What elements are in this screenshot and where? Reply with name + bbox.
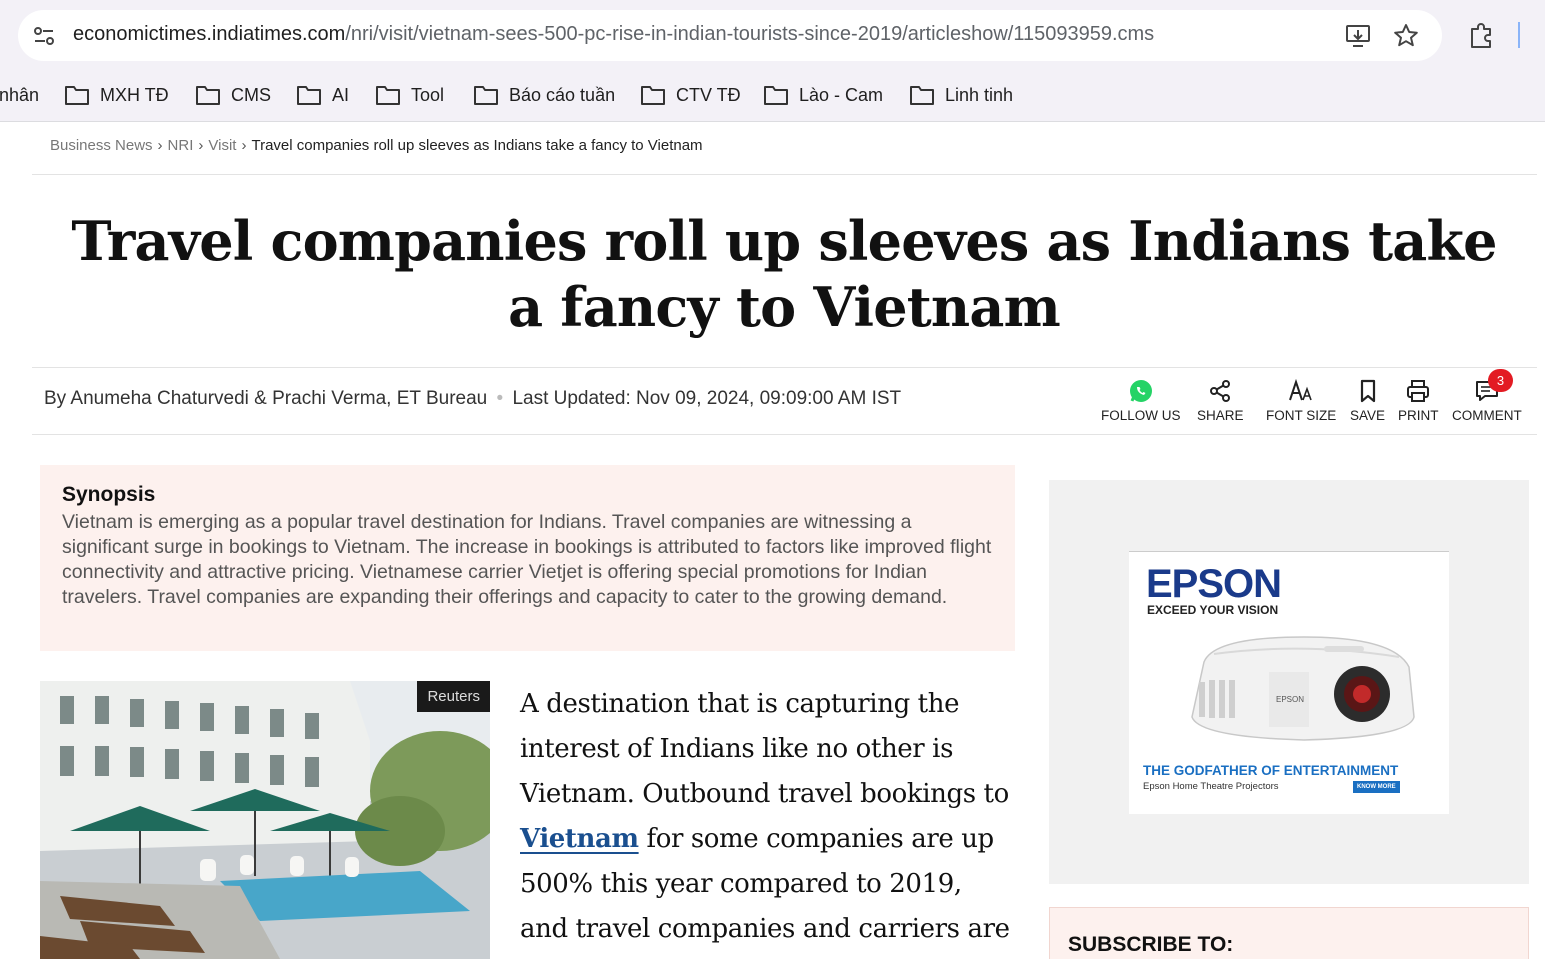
photo-credit: Reuters — [417, 681, 490, 712]
bookmark-label: Linh tinh — [945, 84, 1014, 105]
folder-icon — [641, 86, 665, 105]
last-updated: Last Updated: Nov 09, 2024, 09:09:00 AM … — [512, 388, 902, 409]
follow-us-label: FOLLOW US — [1101, 408, 1181, 423]
vietnam-link[interactable]: Vietnam — [520, 824, 639, 854]
folder-icon — [65, 86, 89, 105]
ad-headline: THE GODFATHER OF ENTERTAINMENT — [1143, 763, 1399, 778]
url-text[interactable]: economictimes.indiatimes.com/nri/visit/v… — [73, 23, 1154, 46]
ad-container: EPSON EXCEED YOUR VISION EPSON THE GODFA… — [1049, 480, 1529, 884]
bookmark-label: Lào - Cam — [799, 84, 884, 105]
body-text-before-link: A destination that is capturing the inte… — [520, 689, 1009, 809]
bookmark-label: CTV TĐ — [676, 84, 741, 105]
bookmark-folder[interactable]: CMS — [195, 80, 271, 110]
url-domain: economictimes.indiatimes.com — [73, 23, 346, 45]
save-button[interactable]: SAVE — [1350, 378, 1385, 423]
subscribe-title: SUBSCRIBE TO: — [1068, 933, 1234, 956]
browser-toolbar: economictimes.indiatimes.com/nri/visit/v… — [0, 0, 1545, 70]
breadcrumb-current: Travel companies roll up sleeves as Indi… — [251, 137, 703, 154]
ad-brand: EPSON — [1146, 562, 1282, 606]
printer-icon — [1407, 380, 1430, 402]
folder-icon — [910, 86, 934, 105]
follow-us-button[interactable]: FOLLOW US — [1101, 378, 1181, 423]
projector-brand-label: EPSON — [1276, 695, 1304, 704]
bookmark-folder[interactable]: CTV TĐ — [640, 80, 741, 110]
print-label: PRINT — [1398, 408, 1439, 423]
bookmark-label: nhân — [0, 84, 40, 105]
breadcrumb-separator: › — [198, 137, 204, 154]
bookmark-item[interactable]: nhân — [0, 80, 39, 110]
folder-icon — [376, 86, 400, 105]
article-byline: By Anumeha Chaturvedi & Prachi Verma, ET… — [44, 388, 901, 410]
folder-icon — [474, 86, 498, 105]
profile-separator — [1518, 22, 1520, 48]
bookmark-label: Báo cáo tuần — [509, 84, 616, 105]
bookmark-folder[interactable]: Linh tinh — [909, 80, 1013, 110]
breadcrumb-link-visit[interactable]: Visit — [208, 137, 236, 154]
comment-count-badge: 3 — [1488, 369, 1513, 392]
bookmark-folder[interactable]: AI — [296, 80, 349, 110]
divider — [32, 434, 1537, 435]
subscribe-box: SUBSCRIBE TO: — [1049, 907, 1529, 959]
comment-label: COMMENT — [1452, 408, 1522, 423]
address-bar[interactable]: economictimes.indiatimes.com/nri/visit/v… — [18, 10, 1442, 61]
ad-tagline: EXCEED YOUR VISION — [1147, 603, 1279, 617]
byline-dot: • — [496, 388, 504, 409]
ad-subtext: Epson Home Theatre Projectors — [1143, 781, 1279, 792]
article-photo[interactable]: Reuters — [40, 681, 490, 959]
bookmark-icon — [1360, 379, 1375, 403]
font-size-icon — [1289, 378, 1312, 401]
url-path: /nri/visit/vietnam-sees-500-pc-rise-in-i… — [345, 23, 1155, 45]
synopsis-text: Vietnam is emerging as a popular travel … — [62, 511, 992, 608]
epson-ad[interactable]: EPSON EXCEED YOUR VISION EPSON THE GODFA… — [1129, 551, 1449, 814]
share-button[interactable]: SHARE — [1197, 378, 1244, 423]
install-app-icon[interactable] — [1344, 22, 1372, 50]
synopsis-box: Synopsis Vietnam is emerging as a popula… — [40, 465, 1015, 651]
site-info-icon[interactable] — [32, 24, 56, 48]
font-size-label: FONT SIZE — [1266, 408, 1337, 423]
article-body: A destination that is capturing the inte… — [520, 682, 1010, 952]
bookmark-label: CMS — [231, 84, 271, 105]
folder-icon — [297, 86, 321, 105]
whatsapp-icon — [1129, 380, 1152, 402]
font-size-button[interactable]: FONT SIZE — [1266, 378, 1336, 423]
breadcrumb-separator: › — [157, 137, 163, 154]
extensions-icon[interactable] — [1467, 20, 1497, 50]
share-icon — [1210, 380, 1231, 402]
bookmark-folder[interactable]: MXH TĐ — [64, 80, 169, 110]
author-names[interactable]: By Anumeha Chaturvedi & Prachi Verma, ET… — [44, 388, 487, 409]
bookmark-label: AI — [332, 84, 350, 105]
bookmark-folder[interactable]: Lào - Cam — [763, 80, 883, 110]
divider — [32, 174, 1537, 175]
folder-icon — [764, 86, 788, 105]
folder-icon — [196, 86, 220, 105]
breadcrumb-link-business-news[interactable]: Business News — [50, 137, 153, 154]
share-label: SHARE — [1197, 408, 1244, 423]
breadcrumb: Business News › NRI › Visit › Travel companies… — [50, 137, 703, 154]
bookmark-folder[interactable]: Báo cáo tuần — [473, 80, 615, 110]
breadcrumb-link-nri[interactable]: NRI — [168, 137, 194, 154]
bookmark-star-icon[interactable] — [1392, 22, 1420, 50]
bookmark-label: Tool — [411, 84, 445, 105]
ad-cta-button[interactable]: KNOW MORE — [1353, 781, 1400, 793]
bookmarks-bar: nhân MXH TĐ CMS AI Tool Báo cáo tuần CTV… — [0, 70, 1545, 122]
save-label: SAVE — [1350, 408, 1386, 423]
print-button[interactable]: PRINT — [1398, 378, 1439, 423]
synopsis-title: Synopsis — [62, 483, 156, 506]
projector-image: EPSON — [1191, 636, 1415, 741]
bookmark-label: MXH TĐ — [100, 84, 169, 105]
article-headline: Travel companies roll up sleeves as Indi… — [71, 209, 1497, 339]
divider — [32, 367, 1537, 368]
breadcrumb-separator: › — [241, 137, 247, 154]
hotel-pool-image — [40, 681, 490, 959]
bookmark-folder[interactable]: Tool — [375, 80, 444, 110]
